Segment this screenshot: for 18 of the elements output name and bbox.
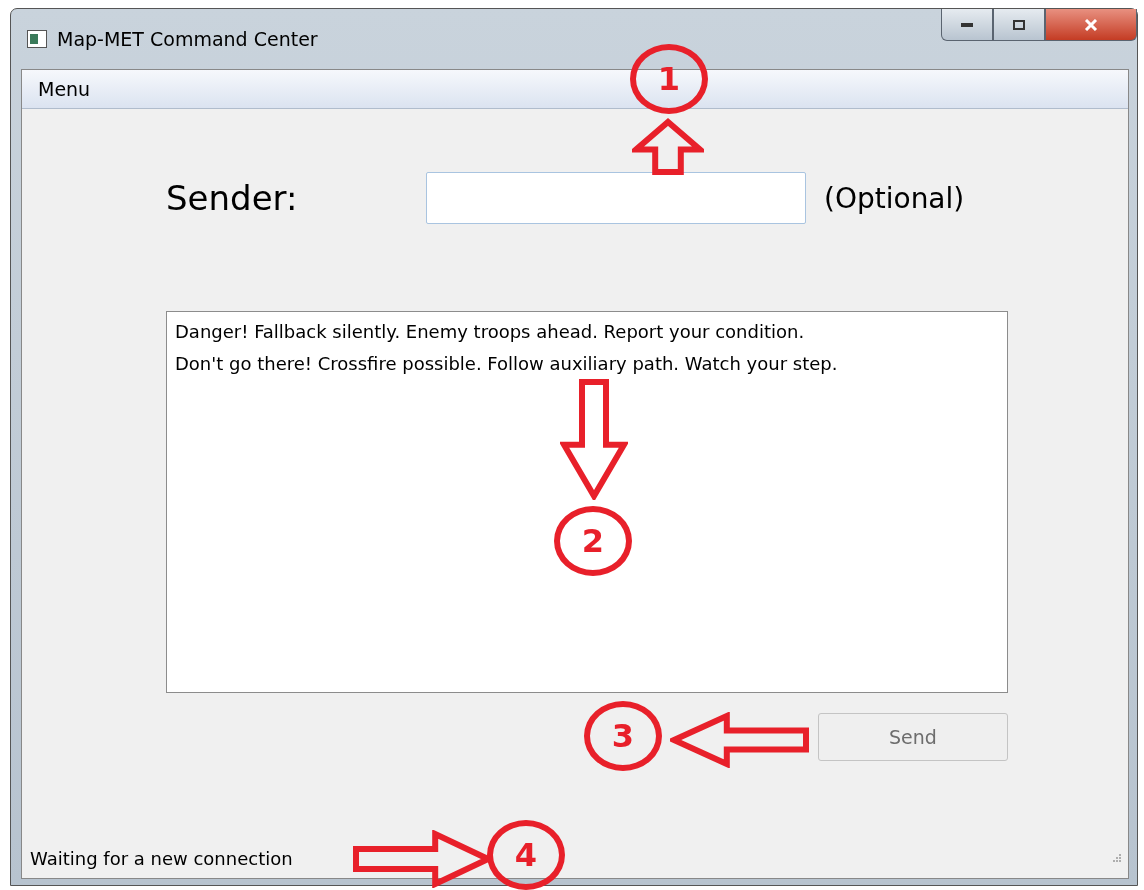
- annotation-marker: 2: [554, 506, 632, 576]
- annotation-marker: 3: [584, 701, 662, 771]
- minimize-button[interactable]: [941, 9, 993, 41]
- sender-field[interactable]: [426, 172, 806, 224]
- maximize-icon: [1013, 19, 1025, 30]
- window-title: Map-MET Command Center: [57, 28, 318, 50]
- sender-label: Sender:: [166, 178, 299, 218]
- minimize-icon: [961, 22, 973, 27]
- maximize-button[interactable]: [993, 9, 1045, 41]
- optional-note: (Optional): [824, 181, 965, 215]
- close-icon: [1084, 18, 1098, 31]
- resize-grip-icon: [1112, 853, 1122, 863]
- menu-item[interactable]: Menu: [32, 76, 97, 102]
- app-icon: [27, 30, 47, 48]
- annotation-arrow: [632, 118, 704, 176]
- close-button[interactable]: [1045, 9, 1137, 41]
- status-text: Waiting for a new connection: [30, 847, 293, 869]
- annotation-marker: 1: [630, 44, 708, 114]
